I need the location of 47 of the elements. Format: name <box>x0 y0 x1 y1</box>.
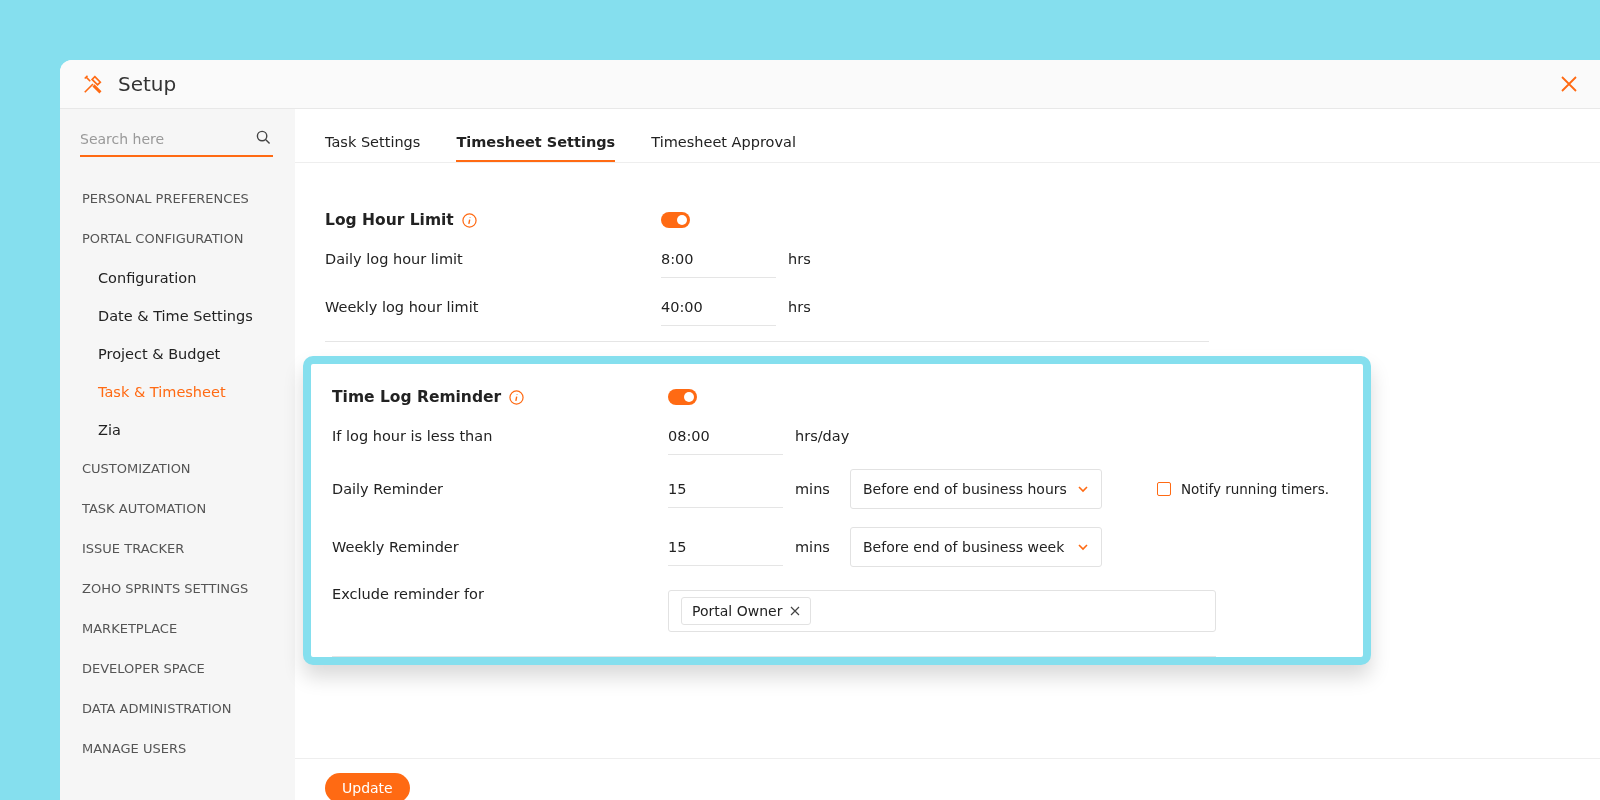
sidebar-item[interactable]: Configuration <box>80 259 273 297</box>
sidebar-section[interactable]: DEVELOPER SPACE <box>80 649 273 689</box>
sidebar-section[interactable]: CUSTOMIZATION <box>80 449 273 489</box>
sidebar-section[interactable]: MARKETPLACE <box>80 609 273 649</box>
toggle-switch[interactable] <box>668 389 697 405</box>
tab[interactable]: Timesheet Approval <box>651 134 796 162</box>
unit-label: mins <box>795 539 831 555</box>
sidebar-section[interactable]: ISSUE TRACKER <box>80 529 273 569</box>
tag-input-field[interactable]: Portal Owner <box>668 590 1216 632</box>
sidebar-section[interactable]: TASK AUTOMATION <box>80 489 273 529</box>
checkbox[interactable] <box>1157 482 1171 496</box>
search-field[interactable]: Search here <box>80 131 273 157</box>
checkbox-label: Notify running timers. <box>1181 481 1329 497</box>
window-title: Setup <box>118 72 178 96</box>
search-icon[interactable] <box>256 130 271 145</box>
tab[interactable]: Task Settings <box>325 134 421 162</box>
caret-icon <box>1077 543 1089 551</box>
unit-label: hrs/day <box>795 428 850 444</box>
section-title: Time Log Reminder <box>332 388 502 406</box>
sidebar-item[interactable]: Date & Time Settings <box>80 297 273 335</box>
field-label: Daily log hour limit <box>325 251 464 267</box>
field-label: If log hour is less than <box>332 428 494 444</box>
dropdown[interactable]: Before end of business week <box>850 527 1102 567</box>
sidebar-item[interactable]: Zia <box>80 411 273 449</box>
field-label: Weekly log hour limit <box>325 299 480 315</box>
info-icon[interactable] <box>461 212 477 228</box>
dropdown[interactable]: Before end of business hours <box>850 469 1102 509</box>
sidebar-section[interactable]: MANAGE USERS <box>80 729 273 769</box>
caret-icon <box>1077 485 1089 493</box>
sidebar-section[interactable]: PORTAL CONFIGURATION <box>80 219 273 259</box>
close-icon[interactable] <box>790 606 801 616</box>
sidebar-item[interactable]: Project & Budget <box>80 335 273 373</box>
unit-label: hrs <box>788 299 812 315</box>
sidebar-section[interactable]: ZOHO SPRINTS SETTINGS <box>80 569 273 609</box>
sidebar-section[interactable]: DATA ADMINISTRATION <box>80 689 273 729</box>
unit-label: mins <box>795 481 831 497</box>
toggle-switch[interactable] <box>661 212 690 228</box>
unit-label: hrs <box>788 251 812 267</box>
info-icon[interactable] <box>509 389 525 405</box>
tag-chip[interactable]: Portal Owner <box>681 597 812 625</box>
sidebar-section[interactable]: PERSONAL PREFERENCES <box>80 179 273 219</box>
tab[interactable]: Timesheet Settings <box>456 134 616 162</box>
field-label: Exclude reminder for <box>332 585 485 602</box>
field-label: Daily Reminder <box>332 481 445 497</box>
tools-icon <box>82 73 104 95</box>
field-label: Weekly Reminder <box>332 539 460 555</box>
section-title: Log Hour Limit <box>325 211 454 229</box>
